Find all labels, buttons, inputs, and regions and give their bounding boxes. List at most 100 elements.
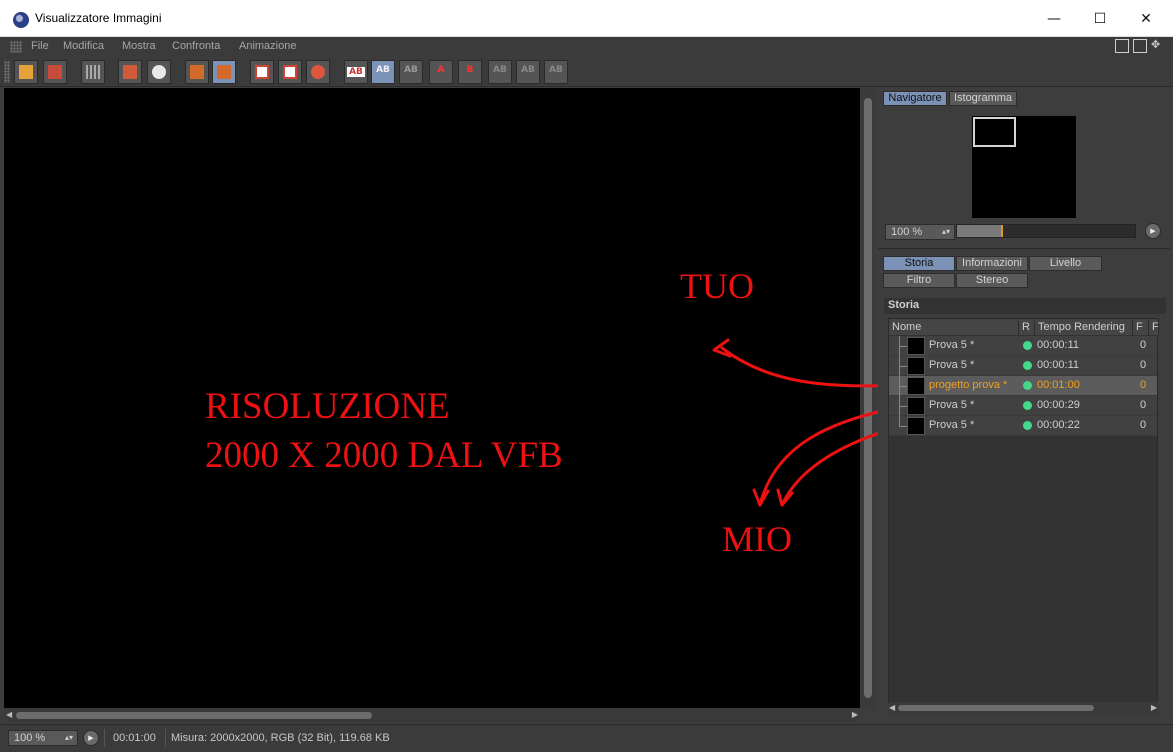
tab-storia[interactable]: Storia [883, 256, 955, 271]
frame-gear-icon[interactable] [306, 60, 330, 84]
status-time: 00:01:00 [113, 732, 156, 744]
viewer-horizontal-scrollbar[interactable]: ◀ ▶ [4, 708, 860, 722]
open-icon[interactable] [14, 60, 38, 84]
minimize-button[interactable]: — [1031, 0, 1077, 37]
frame-icon[interactable] [250, 60, 274, 84]
navigator-preview[interactable] [972, 116, 1076, 218]
menu-confronta[interactable]: Confronta [172, 40, 220, 52]
menu-bar: File Modifica Mostra Confronta Animazion… [0, 37, 1173, 57]
tree-line [899, 416, 900, 426]
status-separator [165, 729, 166, 747]
tab-navigatore[interactable]: Navigatore [883, 91, 947, 106]
storia-section-header: Storia [884, 298, 1166, 314]
play-icon[interactable]: ▶ [1145, 223, 1161, 239]
ab-split-icon[interactable]: AB [371, 60, 395, 84]
scroll-right-icon[interactable]: ▶ [1151, 703, 1157, 712]
history-row[interactable]: Prova 5 * 00:00:22 0 [889, 416, 1157, 436]
tab-stereo[interactable]: Stereo [956, 273, 1028, 288]
panel-layout-icon[interactable] [1115, 39, 1129, 53]
grid-icon[interactable] [81, 60, 105, 84]
history-row-selected[interactable]: progetto prova * 00:01:00 0 [889, 376, 1157, 396]
col-nome[interactable]: Nome [889, 319, 1019, 335]
navigator-zoom-select[interactable]: 100 % ▴▾ [885, 224, 955, 240]
tab-istogramma[interactable]: Istogramma [949, 91, 1017, 106]
viewer-vertical-scrollbar[interactable] [861, 88, 875, 708]
history-row[interactable]: Prova 5 * 00:00:11 0 [889, 336, 1157, 356]
tab-filtro[interactable]: Filtro [883, 273, 955, 288]
history-row-time: 00:00:29 [1037, 399, 1080, 411]
col-tempo-rendering[interactable]: Tempo Rendering [1035, 319, 1133, 335]
status-dot-icon [1023, 381, 1032, 390]
ab-icon[interactable]: AB [344, 60, 368, 84]
status-bar: 100 % ▴▾ ▶ 00:01:00 Misura: 2000x2000, R… [0, 724, 1173, 752]
set-a-icon[interactable]: A [429, 60, 453, 84]
history-row[interactable]: Prova 5 * 00:00:29 0 [889, 396, 1157, 416]
tree-branch [899, 386, 907, 387]
status-dot-icon [1023, 361, 1032, 370]
image-viewer-window: Visualizzatore Immagini — ☐ ✕ File Modif… [0, 0, 1173, 752]
history-row-time: 00:00:11 [1037, 339, 1080, 351]
maximize-button[interactable]: ☐ [1077, 0, 1123, 37]
render-thumbnail [907, 397, 925, 415]
ab-text-icon[interactable]: AB [544, 60, 568, 84]
cinema4d-app-icon [13, 12, 29, 28]
search-icon[interactable] [147, 60, 171, 84]
scroll-left-icon[interactable]: ◀ [6, 710, 12, 719]
new-panel-icon[interactable] [1133, 39, 1147, 53]
save-icon[interactable] [43, 60, 67, 84]
history-row-f: 0 [1140, 359, 1147, 371]
toolbar-grip-icon [4, 61, 10, 83]
history-row-name: Prova 5 * [929, 339, 975, 351]
menu-modifica[interactable]: Modifica [63, 40, 104, 52]
close-button[interactable]: ✕ [1123, 0, 1169, 37]
menu-mostra[interactable]: Mostra [122, 40, 156, 52]
set-b-icon[interactable]: B [458, 60, 482, 84]
history-hscroll-thumb[interactable] [898, 705, 1094, 711]
viewer-vscroll-thumb[interactable] [864, 98, 872, 698]
render-thumbnail [907, 357, 925, 375]
scroll-left-icon[interactable]: ◀ [889, 703, 895, 712]
ab-compare-icon[interactable]: AB [488, 60, 512, 84]
history-row[interactable]: Prova 5 * 00:00:11 0 [889, 356, 1157, 376]
ab-overlay-icon[interactable]: AB [399, 60, 423, 84]
render-thumbnail [907, 377, 925, 395]
tab-informazioni[interactable]: Informazioni [956, 256, 1028, 271]
annotation-mio: MIO [722, 519, 792, 559]
scroll-right-icon[interactable]: ▶ [852, 710, 858, 719]
navigator-zoom-slider[interactable] [956, 224, 1136, 238]
navigator-viewport-frame[interactable] [973, 117, 1016, 147]
status-image-info: Misura: 2000x2000, RGB (32 Bit), 119.68 … [171, 732, 390, 744]
transfer-icon[interactable] [118, 60, 142, 84]
status-dot-icon [1023, 421, 1032, 430]
history-row-time: 00:00:11 [1037, 359, 1080, 371]
layers-list-icon[interactable] [212, 60, 236, 84]
col-f[interactable]: F [1133, 319, 1149, 335]
window-title: Visualizzatore Immagini [35, 11, 162, 25]
history-row-f: 0 [1140, 399, 1147, 411]
menu-animazione[interactable]: Animazione [239, 40, 296, 52]
zoom-slider-handle[interactable] [1001, 225, 1003, 237]
move-icon[interactable]: ✥ [1151, 39, 1165, 53]
col-r[interactable]: R [1019, 319, 1035, 335]
history-row-f: 0 [1140, 339, 1147, 351]
history-row-name: progetto prova * [929, 379, 1008, 391]
viewer-hscroll-thumb[interactable] [16, 712, 372, 719]
render-thumbnail [907, 337, 925, 355]
status-play-icon[interactable]: ▶ [83, 730, 99, 746]
history-horizontal-scrollbar[interactable]: ◀ ▶ [888, 702, 1158, 714]
layers-icon[interactable] [185, 60, 209, 84]
status-separator [104, 729, 105, 747]
ab-grid-icon[interactable]: AB [516, 60, 540, 84]
status-zoom-select[interactable]: 100 % ▴▾ [8, 730, 78, 746]
frame-eye-icon[interactable] [278, 60, 302, 84]
menu-file[interactable]: File [31, 40, 49, 52]
tree-branch [899, 426, 907, 427]
annotation-tuo: TUO [680, 266, 754, 306]
tree-branch [899, 366, 907, 367]
status-zoom-value: 100 % [14, 732, 46, 744]
tab-livello[interactable]: Livello [1029, 256, 1102, 271]
stepper-icon: ▴▾ [64, 733, 73, 742]
col-f2[interactable]: F [1149, 319, 1159, 335]
right-panel: Navigatore Istogramma 100 % ▴▾ ▶ Storia … [878, 88, 1170, 720]
title-bar: Visualizzatore Immagini — ☐ ✕ [0, 0, 1173, 37]
